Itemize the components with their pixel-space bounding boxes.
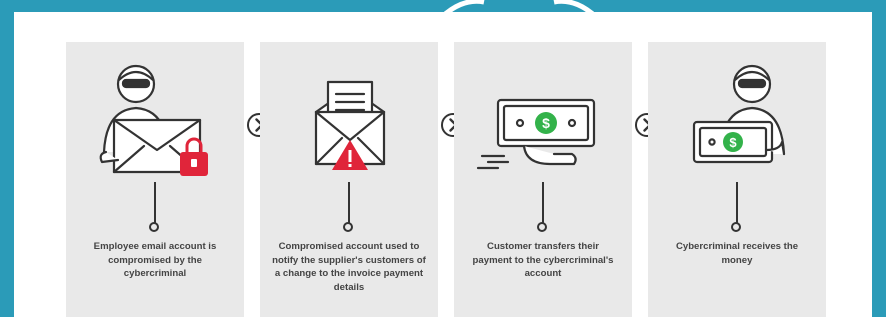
top-decoration [444, 0, 594, 17]
step-caption: Customer transfers their payment to the … [472, 241, 614, 279]
payment-transfer-illustration: $ [476, 98, 596, 170]
connector-dot [149, 222, 159, 232]
svg-text:$: $ [729, 135, 737, 150]
step-panel-2: Compromised account used to notify the s… [260, 42, 438, 317]
connector-line [348, 182, 350, 224]
connector-dot [537, 222, 547, 232]
dollar-icon: $ [723, 132, 743, 152]
connector-line [542, 182, 544, 224]
svg-text:$: $ [542, 115, 550, 131]
cybercriminal-email-illustration [99, 64, 208, 176]
dollar-icon: $ [535, 112, 557, 134]
compromised-email-illustration [314, 80, 386, 170]
step-caption: Compromised account used to notify the s… [272, 241, 426, 293]
cybercriminal-money-illustration: $ [692, 64, 786, 164]
diagram-frame: Employee email account is compromised by… [14, 0, 872, 317]
step-panel-3: $ Customer transfers their payment to th… [454, 42, 632, 317]
connector-dot [343, 222, 353, 232]
step-caption: Cybercriminal receives the money [675, 241, 799, 266]
connector-line [736, 182, 738, 224]
step-panel-1: Employee email account is compromised by… [66, 42, 244, 317]
connector-line [154, 182, 156, 224]
step-caption: Employee email account is compromised by… [93, 241, 217, 279]
step-panel-4: $ Cybercriminal receives the money [648, 42, 826, 317]
connector-dot [731, 222, 741, 232]
